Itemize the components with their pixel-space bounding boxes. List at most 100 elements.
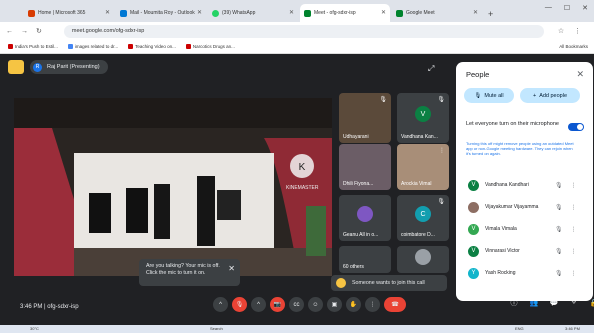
avatar: V: [468, 245, 479, 257]
more-options-icon[interactable]: ⋮: [439, 147, 445, 154]
avatar: V: [468, 223, 479, 235]
participant-row[interactable]: V Vinnarasi Victor 🎙 ⋮: [468, 242, 588, 260]
end-call-button[interactable]: ☎: [384, 297, 406, 312]
chevron-up-icon[interactable]: ^: [251, 297, 266, 312]
mic-off-icon[interactable]: 🎙: [555, 182, 563, 189]
bookmark[interactable]: India's Push to Estil...: [8, 44, 58, 49]
tab-whatsapp[interactable]: (39) WhatsApp ✕: [208, 4, 298, 22]
microsoft-icon: [28, 9, 35, 17]
taskbar: 30°C Search ENG 3:46 PM: [0, 325, 594, 333]
new-tab-button[interactable]: +: [488, 9, 493, 19]
mic-off-icon[interactable]: 🎙: [555, 226, 563, 233]
mic-off-icon: 🎙: [379, 97, 387, 103]
bookmark[interactable]: Teaching Video on...: [128, 44, 176, 49]
participant-name: Vinnarasi Victor: [485, 248, 520, 254]
participant-row[interactable]: Y Yash Rocking 🎙 ⋮: [468, 264, 588, 282]
forward-icon[interactable]: →: [21, 28, 28, 35]
close-tab-icon[interactable]: ✕: [289, 9, 294, 16]
bookmark-label: images related to dr...: [74, 44, 119, 49]
presenter-bar: R Raj Parit (Presenting): [8, 60, 108, 74]
tab-outlook[interactable]: Mail - Moumita Roy - Outlook ✕: [116, 4, 206, 22]
button-label: Add people: [539, 92, 568, 99]
reload-icon[interactable]: ↻: [36, 27, 42, 35]
more-options-button[interactable]: ⋮: [365, 297, 380, 312]
participant-tile[interactable]: Geanu All in o...: [339, 195, 391, 241]
present-button[interactable]: ▣: [327, 297, 342, 312]
participant-name: Vandhana Kandhari: [485, 182, 529, 188]
chevron-up-icon[interactable]: ^: [213, 297, 228, 312]
clock[interactable]: 3:46 PM: [565, 326, 580, 331]
close-window-icon[interactable]: ✕: [582, 4, 588, 12]
participant-tile[interactable]: 🎙 Ccoimbatore D...: [397, 195, 449, 241]
meet-icon: [304, 9, 311, 17]
others-tile[interactable]: 60 others: [339, 246, 391, 273]
youtube-icon: [185, 44, 191, 49]
avatar: R: [33, 62, 42, 72]
mic-off-icon[interactable]: 🎙: [555, 204, 563, 211]
meet-area: R Raj Parit (Presenting) ⤢ K KINEMASTER 🎙…: [0, 54, 594, 325]
participant-tile[interactable]: 🎙 Udhayarani: [339, 93, 391, 143]
stage-scene: K: [14, 98, 332, 276]
participant-row[interactable]: V Vimala Vimala 🎙 ⋮: [468, 220, 588, 238]
mic-off-icon[interactable]: 🎙: [555, 248, 563, 255]
captions-button[interactable]: cc: [289, 297, 304, 312]
expand-icon[interactable]: ⤢: [428, 64, 434, 74]
more-options-icon[interactable]: ⋮: [571, 248, 577, 255]
bookmarks-bar: India's Push to Estil... images related …: [0, 40, 594, 54]
more-options-icon[interactable]: ⋮: [571, 182, 577, 189]
more-options-icon[interactable]: ⋮: [571, 204, 577, 211]
call-controls: ^ 🎙 ^ 📷 cc ☺ ▣ ✋ ⋮ ☎: [213, 297, 406, 312]
bookmark[interactable]: Narcotics Drugs an...: [185, 44, 235, 49]
mic-off-button[interactable]: 🎙: [232, 297, 247, 312]
close-tab-icon[interactable]: ✕: [197, 9, 202, 16]
more-options-icon[interactable]: ⋮: [571, 226, 577, 233]
mic-permission-toggle[interactable]: [568, 123, 584, 131]
close-tab-icon[interactable]: ✕: [473, 9, 478, 16]
all-bookmarks[interactable]: All Bookmarks: [559, 44, 588, 49]
presenter-chip[interactable]: R Raj Parit (Presenting): [30, 60, 108, 74]
meet-logo-icon: [8, 60, 24, 74]
participant-row[interactable]: V Vandhana Kandhari 🎙 ⋮: [468, 176, 588, 194]
language-indicator[interactable]: ENG: [515, 326, 524, 331]
google-icon: [67, 44, 73, 49]
close-icon[interactable]: ✕: [576, 69, 584, 80]
bookmark[interactable]: images related to dr...: [67, 44, 119, 49]
tile-name: Arockia Vimal: [401, 181, 432, 187]
close-tab-icon[interactable]: ✕: [105, 9, 110, 16]
mute-all-button[interactable]: 🎙 Mute all: [464, 88, 514, 103]
back-icon[interactable]: ←: [6, 28, 13, 35]
avatar: [357, 206, 373, 223]
emoji-button[interactable]: ☺: [308, 297, 323, 312]
tab-meet[interactable]: Meet - ofg-sdxr-isp ✕: [300, 4, 390, 22]
meet-icon: [396, 9, 403, 17]
menu-icon[interactable]: ⋮: [574, 27, 581, 35]
participant-tile[interactable]: 🎙 V Vandhana Kan...: [397, 93, 449, 143]
url-text: meet.google.com/ofg-sdxr-isp: [71, 28, 145, 34]
tile-name: Udhayarani: [343, 134, 369, 140]
participant-tile[interactable]: ⋮ Arockia Vimal: [397, 144, 449, 190]
add-people-button[interactable]: + Add people: [520, 88, 580, 103]
camera-off-button[interactable]: 📷: [270, 297, 285, 312]
close-icon[interactable]: ✕: [228, 265, 235, 273]
star-icon[interactable]: ☆: [558, 27, 564, 35]
tab-title: Google Meet: [406, 10, 435, 16]
close-tab-icon[interactable]: ✕: [381, 9, 386, 16]
participant-tile[interactable]: [397, 246, 449, 273]
bookmark-label: Teaching Video on...: [135, 44, 176, 49]
join-request[interactable]: Someone wants to join this call: [331, 275, 447, 291]
mic-off-icon[interactable]: 🎙: [555, 270, 563, 277]
taskbar-search[interactable]: Search: [210, 326, 223, 331]
tab-google-meet[interactable]: Google Meet ✕: [392, 4, 482, 22]
svg-text:K: K: [299, 162, 306, 173]
participant-row[interactable]: Vijayakumar Vijayamma 🎙 ⋮: [468, 198, 588, 216]
more-options-icon[interactable]: ⋮: [571, 270, 577, 277]
minimize-icon[interactable]: —: [545, 4, 552, 12]
tab-microsoft-365[interactable]: Home | Microsoft 365 ✕: [24, 4, 114, 22]
presentation-video: K KINEMASTER: [14, 98, 332, 276]
presenter-label: Raj Parit (Presenting): [47, 64, 100, 70]
raise-hand-button[interactable]: ✋: [346, 297, 361, 312]
url-input[interactable]: meet.google.com/ofg-sdxr-isp: [63, 24, 544, 38]
outlook-icon: [120, 9, 127, 17]
maximize-icon[interactable]: ☐: [564, 4, 570, 12]
participant-tile[interactable]: Dhili Fiyona...: [339, 144, 391, 190]
